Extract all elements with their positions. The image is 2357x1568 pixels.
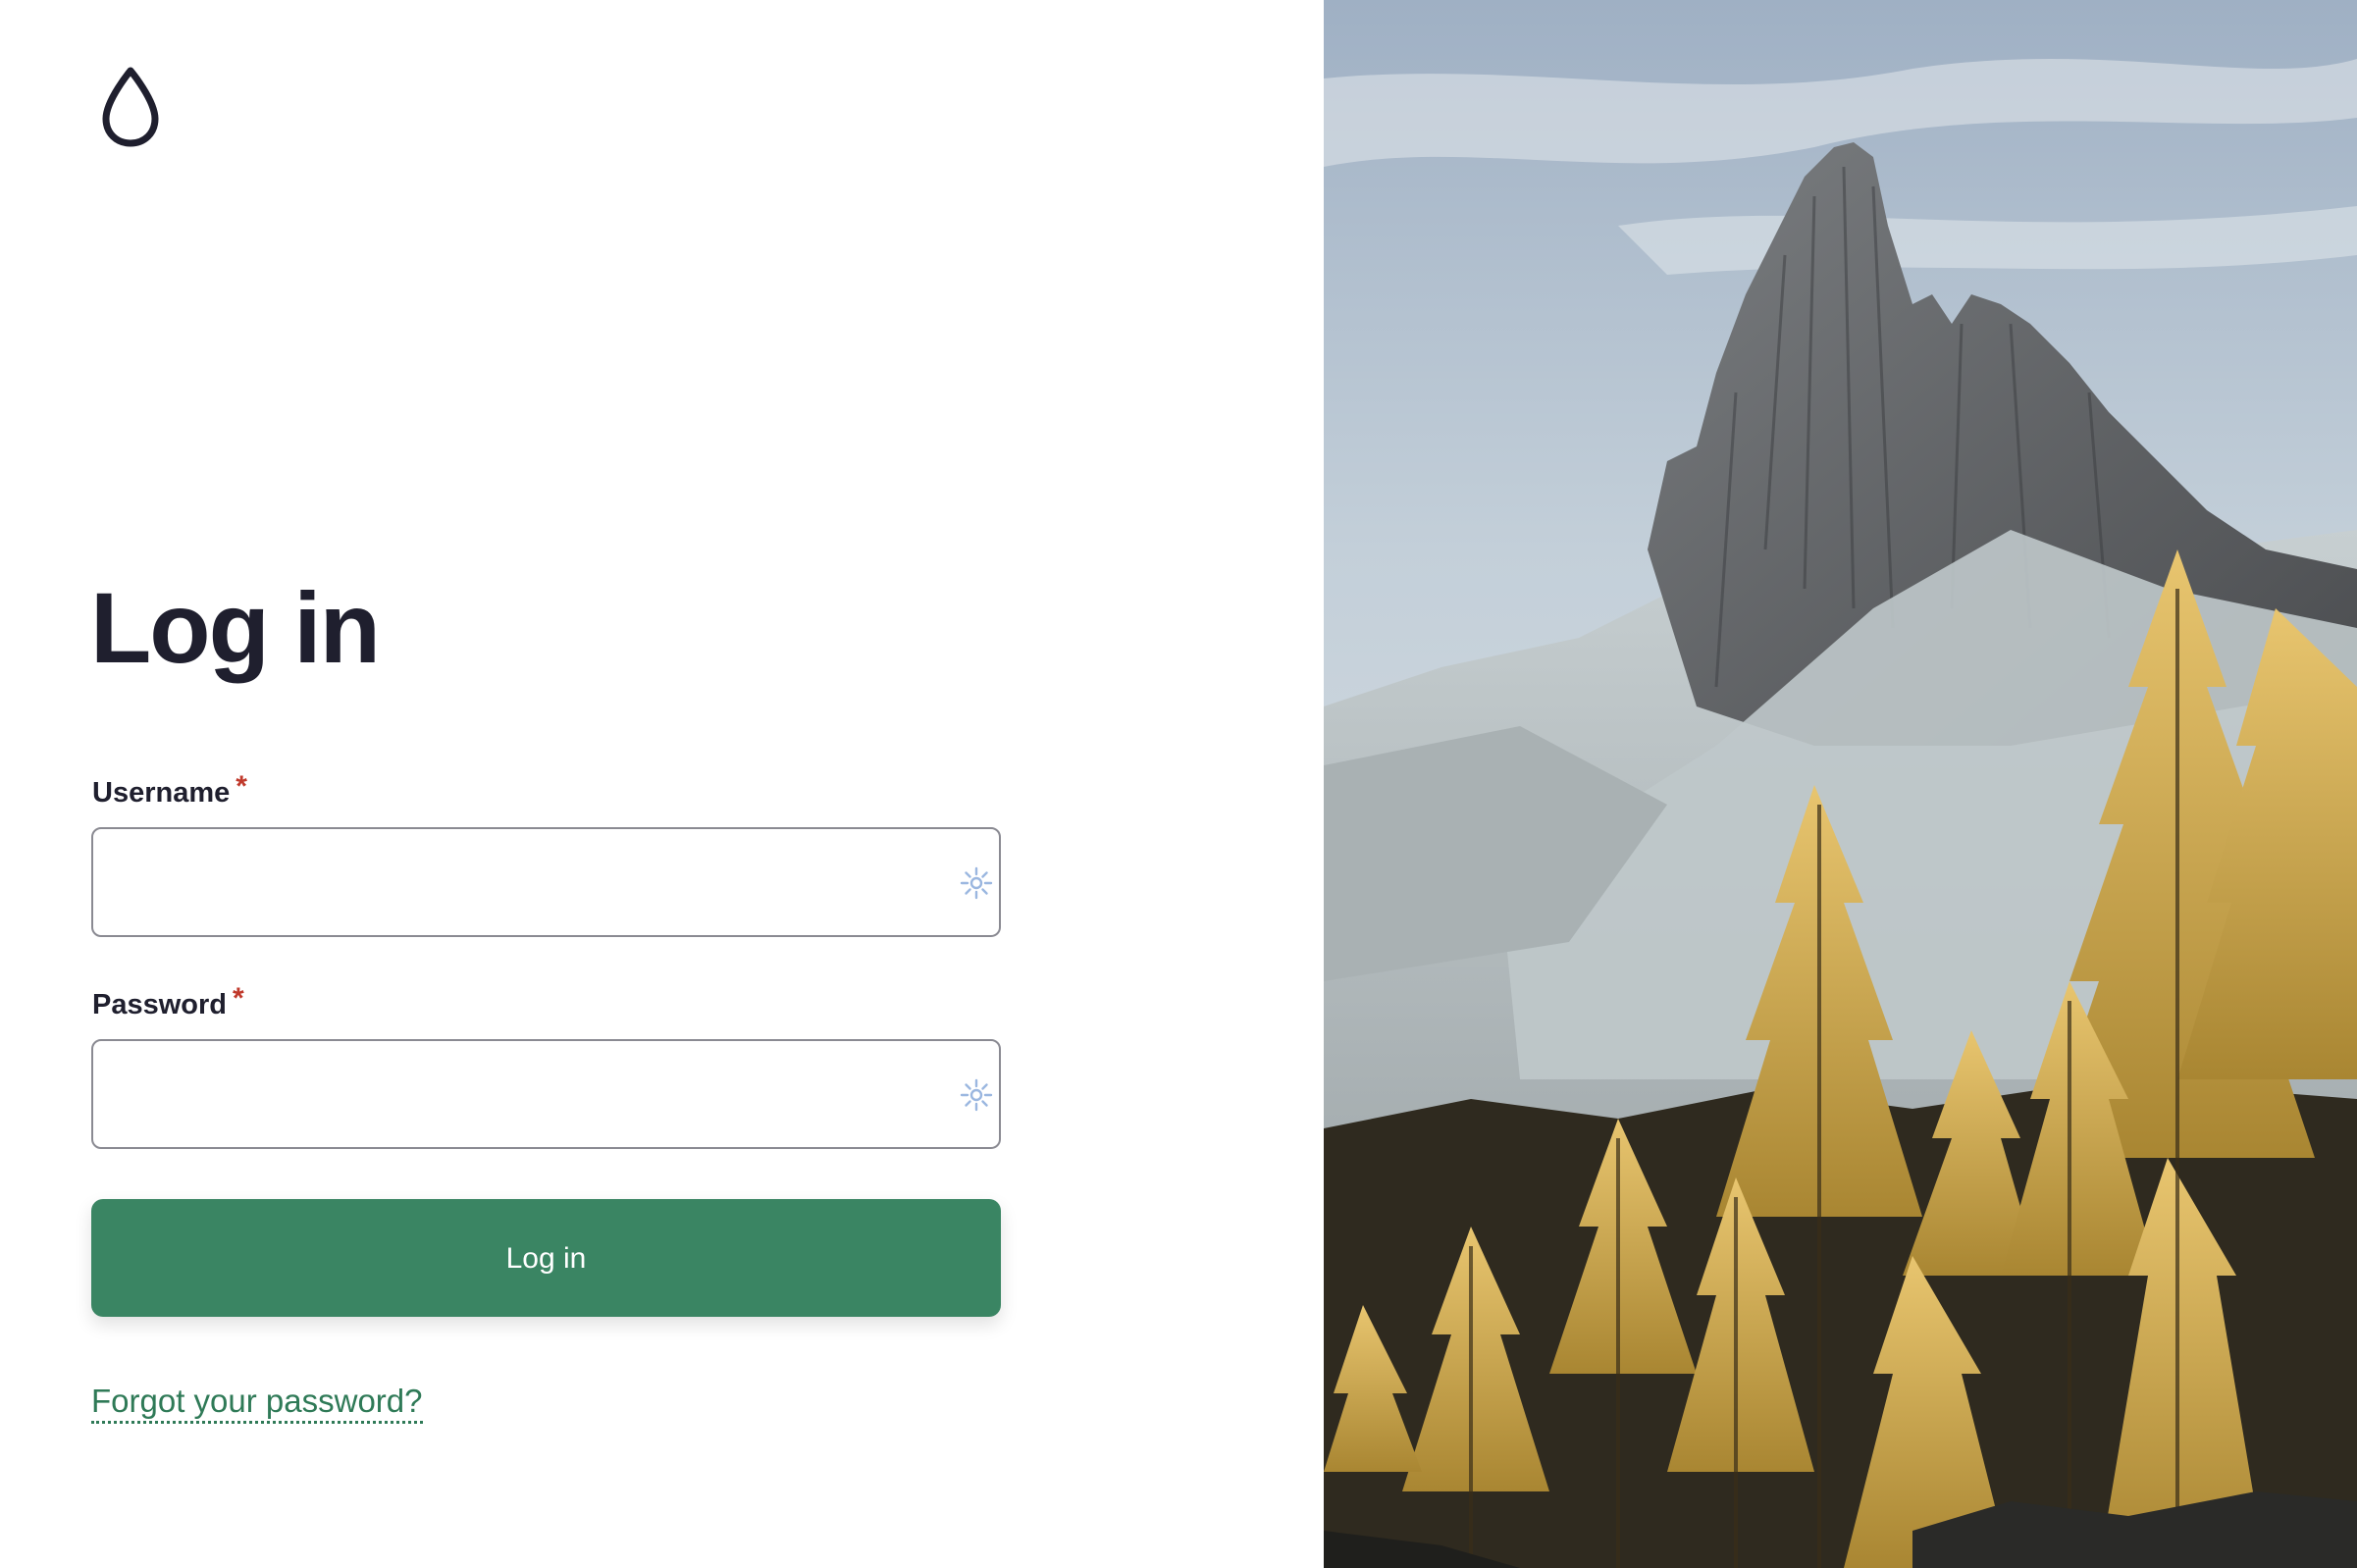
username-label: Username *	[92, 770, 247, 810]
required-asterisk: *	[236, 770, 247, 803]
login-page: Log in Username * Password * Log in Forg…	[0, 0, 2357, 1568]
forgot-password-link[interactable]: Forgot your password?	[91, 1382, 423, 1424]
password-manager-key-icon[interactable]	[960, 1078, 993, 1112]
login-button[interactable]: Log in	[91, 1199, 1001, 1317]
password-input[interactable]	[93, 1041, 937, 1147]
username-input[interactable]	[93, 829, 937, 935]
hero-image	[1324, 0, 2357, 1568]
droplet-logo-icon	[102, 67, 159, 147]
login-panel: Log in Username * Password * Log in Forg…	[0, 0, 1324, 1568]
password-field[interactable]	[91, 1039, 1001, 1149]
required-asterisk: *	[233, 982, 244, 1015]
password-label-text: Password	[92, 989, 227, 1020]
password-label: Password *	[92, 982, 244, 1022]
username-label-text: Username	[92, 777, 231, 809]
mountain-landscape-image	[1324, 0, 2357, 1568]
username-field[interactable]	[91, 827, 1001, 937]
page-title: Log in	[90, 572, 381, 684]
password-manager-key-icon[interactable]	[960, 866, 993, 900]
